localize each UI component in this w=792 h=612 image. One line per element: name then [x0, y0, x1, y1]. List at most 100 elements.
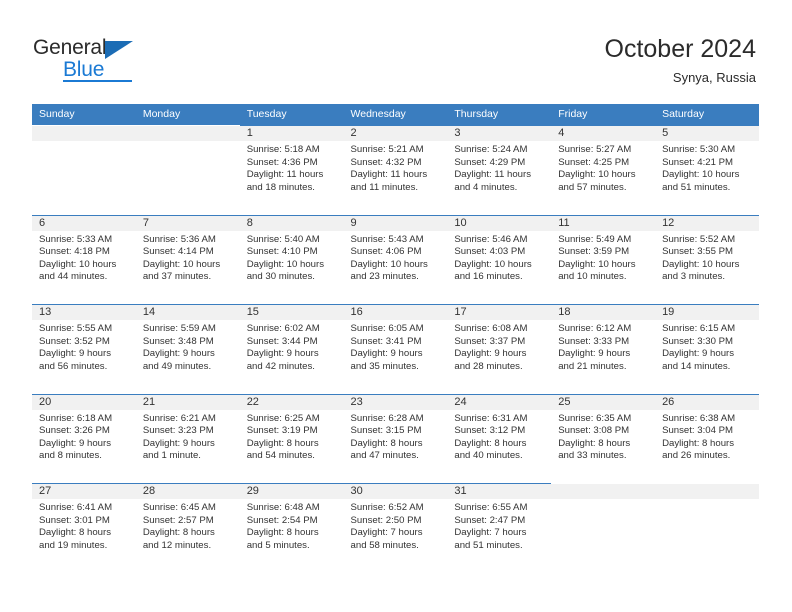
logo-text-general: General [33, 36, 107, 59]
day-number-strip: 22 [239, 393, 344, 410]
weekday-header-saturday: Saturday [662, 108, 705, 120]
calendar-day-cell[interactable]: 29 Sunrise: 6:48 AM Sunset: 2:54 PM Dayligh… [239, 483, 344, 573]
day-sunset-line: Sunset: 3:30 PM [662, 335, 733, 347]
calendar-day-cell[interactable]: 21 Sunrise: 6:21 AM Sunset: 3:23 PM Dayligh… [135, 393, 240, 483]
calendar-day-cell[interactable]: 7 Sunrise: 5:36 AM Sunset: 4:14 PM Daylight… [135, 214, 240, 304]
calendar-day-cell[interactable]: 20 Sunrise: 6:18 AM Sunset: 3:26 PM Dayligh… [32, 393, 136, 483]
weekday-header-friday: Friday [558, 108, 588, 120]
calendar-day-cell[interactable]: 26 Sunrise: 6:38 AM Sunset: 3:04 PM Dayligh… [655, 393, 759, 483]
calendar-day-cell[interactable]: 12 Sunrise: 5:52 AM Sunset: 3:55 PM Dayligh… [655, 214, 759, 304]
day-number: 18 [558, 306, 571, 318]
calendar-day-cell[interactable]: 9 Sunrise: 5:43 AM Sunset: 4:06 PM Daylight… [343, 214, 448, 304]
calendar-day-cell[interactable]: 10 Sunrise: 5:46 AM Sunset: 4:03 PM Dayligh… [447, 214, 552, 304]
day-sunset-line: Sunset: 4:14 PM [142, 246, 214, 258]
day-sun-info: Sunrise: 5:40 AM Sunset: 4:10 PM Daylight:… [240, 231, 344, 284]
day-number-strip: 5 [655, 125, 759, 141]
calendar-day-cell[interactable]: 3 Sunrise: 5:24 AM Sunset: 4:29 PM Daylight… [447, 125, 552, 215]
day-sun-info: Sunrise: 6:45 AM Sunset: 2:57 PM Daylight:… [136, 499, 240, 552]
day-sunset-line: Sunset: 3:44 PM [246, 335, 318, 347]
day-sunset-line: Sunset: 4:03 PM [454, 246, 526, 258]
day-sunrise-line: Sunrise: 6:35 AM [558, 412, 632, 424]
calendar-day-cell[interactable]: 16 Sunrise: 6:05 AM Sunset: 3:41 PM Dayligh… [343, 304, 448, 394]
calendar-week-row: 1 Sunrise: 5:18 AM Sunset: 4:36 PM Daylight… [32, 125, 759, 215]
day-daylight1-line: Daylight: 11 hours [350, 169, 428, 181]
day-sunrise-line: Sunrise: 6:41 AM [39, 502, 113, 513]
day-number-strip: 26 [655, 393, 759, 410]
day-daylight1-line: Daylight: 8 hours [350, 437, 423, 449]
day-number: 9 [350, 216, 357, 229]
calendar-day-cell[interactable]: 22 Sunrise: 6:25 AM Sunset: 3:19 PM Dayligh… [239, 393, 344, 483]
day-number-strip: 16 [343, 304, 448, 320]
calendar-day-cell[interactable]: 27 Sunrise: 6:41 AM Sunset: 3:01 PM Dayligh… [32, 483, 136, 573]
day-sunrise-line: Sunrise: 5:36 AM [142, 233, 216, 245]
day-daylight1-line: Daylight: 8 hours [454, 437, 527, 449]
day-sunrise-line: Sunrise: 5:59 AM [142, 323, 216, 334]
day-sunset-line: Sunset: 2:50 PM [350, 514, 422, 526]
calendar-day-cell[interactable]: 15 Sunrise: 6:02 AM Sunset: 3:44 PM Dayligh… [239, 304, 344, 394]
calendar-day-cell[interactable]: 2 Sunrise: 5:21 AM Sunset: 4:32 PM Daylight… [343, 125, 448, 215]
day-sunrise-line: Sunrise: 6:18 AM [39, 412, 113, 424]
day-sun-info: Sunrise: 6:02 AM Sunset: 3:44 PM Daylight:… [240, 320, 344, 373]
day-sun-info: Sunrise: 6:15 AM Sunset: 3:30 PM Daylight:… [655, 320, 759, 373]
calendar-day-cell[interactable]: 5 Sunrise: 5:30 AM Sunset: 4:21 PM Daylight… [655, 125, 759, 215]
day-sunrise-line: Sunrise: 5:40 AM [246, 233, 320, 245]
weekday-header-monday: Monday [142, 108, 181, 120]
day-sunset-line: Sunset: 3:15 PM [350, 425, 422, 437]
day-daylight1-line: Daylight: 9 hours [246, 348, 319, 360]
calendar-day-cell[interactable]: 23 Sunrise: 6:28 AM Sunset: 3:15 PM Dayligh… [343, 393, 448, 483]
day-number-strip: 3 [447, 125, 552, 141]
calendar-day-cell[interactable]: 6 Sunrise: 5:33 AM Sunset: 4:18 PM Daylight… [32, 214, 136, 304]
day-sunrise-line: Sunrise: 5:24 AM [454, 144, 528, 155]
day-sunset-line: Sunset: 3:52 PM [39, 335, 110, 347]
day-number: 29 [246, 485, 259, 497]
calendar-day-cell-empty [655, 483, 759, 573]
day-daylight2-line: and 44 minutes. [39, 271, 108, 283]
day-sunset-line: Sunset: 3:59 PM [558, 246, 630, 258]
day-daylight1-line: Daylight: 10 hours [246, 258, 325, 270]
calendar-day-cell[interactable]: 19 Sunrise: 6:15 AM Sunset: 3:30 PM Dayligh… [655, 304, 759, 394]
day-sunset-line: Sunset: 3:33 PM [558, 335, 630, 347]
calendar-day-cell[interactable]: 17 Sunrise: 6:08 AM Sunset: 3:37 PM Dayligh… [447, 304, 552, 394]
generalblue-logo[interactable]: General Blue [33, 36, 163, 82]
day-sun-info: Sunrise: 6:08 AM Sunset: 3:37 PM Daylight:… [447, 320, 551, 373]
calendar-day-cell[interactable]: 4 Sunrise: 5:27 AM Sunset: 4:25 PM Daylight… [551, 125, 656, 215]
day-sun-info: Sunrise: 6:25 AM Sunset: 3:19 PM Daylight:… [240, 410, 344, 463]
calendar-day-cell[interactable]: 28 Sunrise: 6:45 AM Sunset: 2:57 PM Dayligh… [135, 483, 240, 573]
calendar-day-cell[interactable]: 31 Sunrise: 6:55 AM Sunset: 2:47 PM Dayligh… [447, 483, 552, 573]
day-sunset-line: Sunset: 2:54 PM [246, 514, 318, 526]
day-daylight2-line: and 37 minutes. [142, 271, 212, 283]
day-sunrise-line: Sunrise: 5:43 AM [350, 233, 424, 245]
day-sun-info: Sunrise: 5:46 AM Sunset: 4:03 PM Daylight:… [447, 231, 551, 284]
day-sun-info: Sunrise: 6:21 AM Sunset: 3:23 PM Daylight:… [136, 410, 240, 463]
day-sunset-line: Sunset: 4:29 PM [454, 156, 526, 168]
day-sun-info: Sunrise: 5:59 AM Sunset: 3:48 PM Daylight:… [136, 320, 240, 373]
calendar-day-cell[interactable]: 14 Sunrise: 5:59 AM Sunset: 3:48 PM Dayligh… [135, 304, 240, 394]
calendar-day-cell[interactable]: 13 Sunrise: 5:55 AM Sunset: 3:52 PM Dayligh… [32, 304, 136, 394]
day-sunset-line: Sunset: 3:37 PM [454, 335, 526, 347]
day-sun-info: Sunrise: 5:52 AM Sunset: 3:55 PM Daylight:… [655, 231, 759, 284]
day-sunrise-line: Sunrise: 6:21 AM [142, 412, 216, 424]
calendar-day-cell[interactable]: 30 Sunrise: 6:52 AM Sunset: 2:50 PM Dayligh… [343, 483, 448, 573]
day-sun-info: Sunrise: 6:48 AM Sunset: 2:54 PM Daylight:… [240, 499, 344, 552]
day-daylight1-line: Daylight: 8 hours [39, 527, 111, 539]
day-daylight2-line: and 1 minute. [142, 450, 201, 462]
day-number-strip: 17 [447, 304, 552, 320]
day-sunrise-line: Sunrise: 5:52 AM [662, 233, 736, 245]
calendar-day-cell[interactable]: 1 Sunrise: 5:18 AM Sunset: 4:36 PM Daylight… [239, 125, 344, 215]
day-sunrise-line: Sunrise: 5:49 AM [558, 233, 632, 245]
calendar-day-cell[interactable]: 25 Sunrise: 6:35 AM Sunset: 3:08 PM Dayligh… [551, 393, 656, 483]
day-daylight1-line: Daylight: 8 hours [246, 437, 319, 449]
calendar-day-cell[interactable]: 8 Sunrise: 5:40 AM Sunset: 4:10 PM Daylight… [239, 214, 344, 304]
calendar-day-cell[interactable]: 11 Sunrise: 5:49 AM Sunset: 3:59 PM Dayligh… [551, 214, 656, 304]
day-sunrise-line: Sunrise: 6:45 AM [142, 502, 216, 513]
day-sunset-line: Sunset: 4:18 PM [39, 246, 110, 258]
day-number-strip [135, 125, 240, 141]
day-number: 23 [350, 395, 363, 408]
day-daylight1-line: Daylight: 10 hours [558, 258, 636, 270]
day-daylight2-line: and 35 minutes. [350, 360, 419, 372]
day-sunrise-line: Sunrise: 5:21 AM [350, 144, 424, 155]
day-sunrise-line: Sunrise: 6:08 AM [454, 323, 528, 334]
calendar-day-cell[interactable]: 24 Sunrise: 6:31 AM Sunset: 3:12 PM Dayligh… [447, 393, 552, 483]
day-daylight2-line: and 11 minutes. [350, 181, 419, 193]
calendar-day-cell[interactable]: 18 Sunrise: 6:12 AM Sunset: 3:33 PM Dayligh… [551, 304, 656, 394]
